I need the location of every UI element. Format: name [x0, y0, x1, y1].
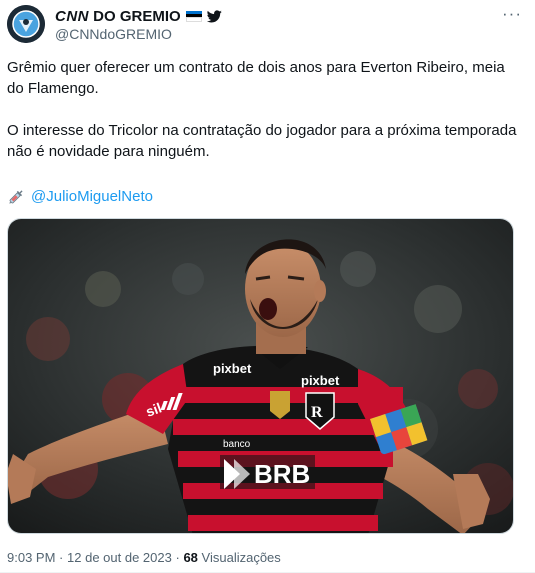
tweet-header: CNN DO GREMIO @CNNdoGREMIO ···	[7, 5, 525, 45]
avatar[interactable]	[7, 5, 45, 43]
more-options-icon[interactable]: ···	[499, 5, 525, 27]
tweet-photo[interactable]: pixbet pixbet sil R banco BRB	[7, 218, 514, 534]
sponsor-pixbet-left: pixbet	[213, 361, 252, 376]
tweet-date[interactable]: 12 de out de 2023	[67, 550, 172, 565]
display-name-rest: DO GREMIO	[93, 7, 181, 25]
tweet-time[interactable]: 9:03 PM	[7, 550, 55, 565]
meta-separator-2: ·	[175, 550, 180, 565]
display-name-bold: CNN	[55, 7, 89, 25]
mention-link[interactable]: @JulioMiguelNeto	[31, 187, 153, 207]
player-photo: pixbet pixbet sil R banco BRB	[8, 219, 513, 533]
source-line: @JulioMiguelNeto	[7, 187, 153, 207]
tweet-paragraph-2: O interesse do Tricolor na contratação d…	[7, 122, 517, 160]
gremio-crest-icon	[7, 5, 45, 43]
tweet-text: Grêmio quer oferecer um contrato de dois…	[7, 57, 517, 162]
bird-icon	[206, 9, 222, 22]
sponsor-bank-small: banco	[223, 439, 251, 450]
svg-text:R: R	[311, 404, 323, 421]
sponsor-bank-big: BRB	[254, 459, 310, 489]
tweet-card: CNN DO GREMIO @CNNdoGREMIO ··· Grêmio qu…	[0, 0, 535, 573]
views-count: 68	[183, 550, 198, 565]
estonia-flag-icon	[185, 10, 202, 22]
meta-separator: ·	[59, 550, 64, 565]
syringe-icon	[9, 190, 23, 204]
sponsor-pixbet-right: pixbet	[301, 373, 340, 388]
author-handle[interactable]: @CNNdoGREMIO	[55, 26, 172, 42]
tweet-paragraph-1: Grêmio quer oferecer um contrato de dois…	[7, 59, 505, 97]
tweet-meta: 9:03 PM · 12 de out de 2023 · 68 Visuali…	[7, 550, 281, 565]
views-label: Visualizações	[201, 550, 281, 565]
name-row: CNN DO GREMIO	[55, 7, 222, 25]
display-name[interactable]: CNN DO GREMIO	[55, 8, 181, 25]
